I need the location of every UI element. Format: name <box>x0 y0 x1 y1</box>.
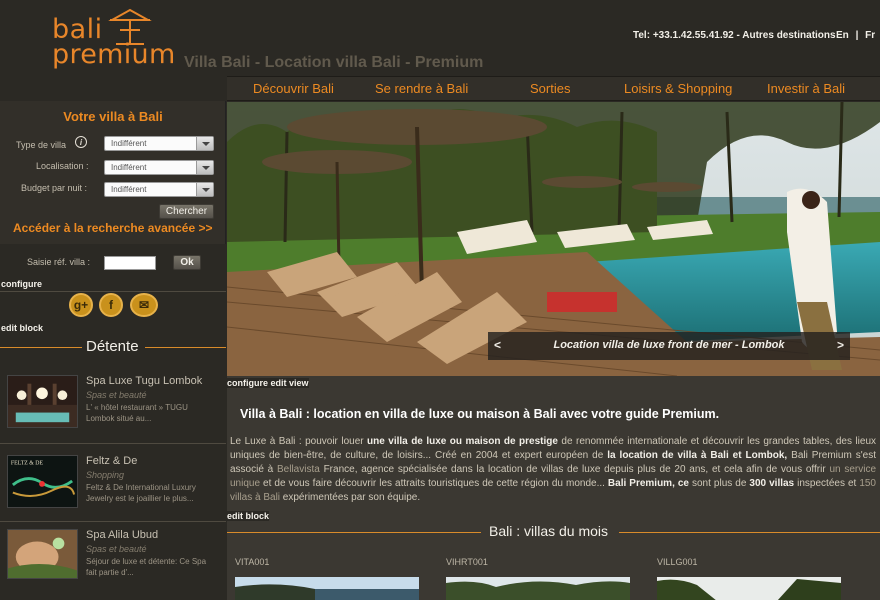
type-label: Type de villa <box>16 140 67 150</box>
intro-bold: une villa de luxe ou maison de prestige <box>367 436 558 447</box>
site-logo[interactable]: bali premium <box>52 6 177 72</box>
villa-thumbnail[interactable] <box>446 577 630 600</box>
budget-select-value: Indifférent <box>111 185 147 194</box>
list-item[interactable]: Spa Alila Ubud Spas et beauté Séjour de … <box>0 529 226 600</box>
carousel-caption-text: Location villa de luxe front de mer - Lo… <box>553 339 785 351</box>
nav-loisirs-shopping[interactable]: Loisirs & Shopping <box>624 81 732 96</box>
villas-of-month-title: Bali : villas du mois <box>489 523 609 539</box>
nav-se-rendre-a-bali[interactable]: Se rendre à Bali <box>375 81 468 96</box>
intro-text: France, agence spécialisée dans la locat… <box>319 464 830 475</box>
lang-fr-link[interactable]: Fr <box>865 30 875 41</box>
villa-thumbnail[interactable] <box>657 577 841 600</box>
info-icon[interactable]: i <box>75 136 87 148</box>
spa-tugu-thumbnail <box>7 375 78 428</box>
carousel-caption: < Location villa de luxe front de mer - … <box>488 332 850 360</box>
location-select-value: Indifférent <box>111 163 147 172</box>
villa-search-box: Votre villa à Bali Type de villa i Indif… <box>0 101 226 244</box>
villa-code[interactable]: VIHRT001 <box>446 557 488 567</box>
spa-name[interactable]: Spa Luxe Tugu Lombok <box>86 375 202 387</box>
main-content: < Location villa de luxe front de mer - … <box>227 102 880 600</box>
villa-thumbnail[interactable] <box>235 577 419 600</box>
location-select[interactable]: Indifférent <box>104 160 214 175</box>
spa-category: Spas et beauté <box>86 390 147 400</box>
intro-bold: 300 villas <box>749 478 795 489</box>
spa-name[interactable]: Spa Alila Ubud <box>86 529 158 541</box>
search-button[interactable]: Chercher <box>159 204 214 219</box>
header: bali premium Villa Bali - Location villa… <box>0 0 880 75</box>
intro-bold: ce <box>677 478 689 489</box>
shop-name[interactable]: Feltz & De <box>86 455 137 467</box>
nav-sorties[interactable]: Sorties <box>530 81 570 96</box>
intro-title: Villa à Bali : location en villa de luxe… <box>240 407 720 421</box>
intro-text: et de vous faire découvrir les attraits … <box>260 478 608 489</box>
location-label: Localisation : <box>36 161 89 171</box>
type-select[interactable]: Indifférent <box>104 136 214 151</box>
chevron-down-icon <box>196 183 213 196</box>
nav-investir-a-bali[interactable]: Investir à Bali <box>767 81 845 96</box>
intro-text: Le Luxe à Bali : pouvoir louer <box>230 436 368 447</box>
hero-carousel[interactable]: < Location villa de luxe front de mer - … <box>227 102 880 376</box>
left-sidebar: Votre villa à Bali Type de villa i Indif… <box>0 101 226 600</box>
budget-label: Budget par nuit : <box>21 183 88 193</box>
shop-description: Feltz & De International Luxury Jewelry … <box>86 483 196 503</box>
main-nav: Découvrir Bali Se rendre à Bali Sorties … <box>227 76 880 101</box>
divider <box>0 521 226 522</box>
lang-separator: | <box>855 30 859 41</box>
shop-category: Shopping <box>86 470 125 480</box>
spa-description: Séjour de luxe et détente: Ce Spa fait p… <box>86 557 207 577</box>
villa-code[interactable]: VITA001 <box>235 557 269 567</box>
ref-input[interactable] <box>104 256 156 270</box>
bellavista-link[interactable]: Bellavista <box>277 464 320 475</box>
carousel-next-button[interactable]: > <box>837 338 844 352</box>
nav-decouvrir-bali[interactable]: Découvrir Bali <box>253 81 334 96</box>
chevron-down-icon <box>196 161 213 174</box>
divider <box>0 347 82 348</box>
detente-title: Détente <box>86 338 139 355</box>
language-switcher: En | Fr <box>834 30 877 41</box>
phone-and-destinations[interactable]: Tel: +33.1.42.55.41.92 - Autres destinat… <box>633 30 836 41</box>
intro-paragraph: Le Luxe à Bali : pouvoir louer une villa… <box>230 435 876 505</box>
intro-bold: Bali Premium, <box>607 478 675 489</box>
lang-en-link[interactable]: En <box>836 30 849 41</box>
chevron-down-icon <box>196 137 213 150</box>
configure-edit-view-link[interactable]: configure edit view <box>227 378 309 388</box>
intro-text: sont plus de <box>688 478 750 489</box>
feltz-jewelry-thumbnail: FELTZ & DE <box>7 455 78 508</box>
intro-bold: la location de villa à Bali et Lombok, <box>607 450 788 461</box>
spa-description: L' « hôtel restaurant » TUGU Lombok situ… <box>86 403 188 423</box>
list-item[interactable]: Spa Luxe Tugu Lombok Spas et beauté L' «… <box>0 375 226 453</box>
divider <box>227 532 481 533</box>
edit-block-link[interactable]: edit block <box>1 323 43 333</box>
edit-block-link[interactable]: edit block <box>227 511 270 521</box>
mail-icon[interactable]: ✉ <box>130 293 158 317</box>
divider <box>619 532 880 533</box>
search-title: Votre villa à Bali <box>63 109 163 124</box>
pavilion-icon <box>108 8 152 45</box>
ref-label: Saisie réf. villa : <box>27 257 91 267</box>
type-select-value: Indifférent <box>111 139 147 148</box>
divider <box>0 291 226 292</box>
advanced-search-link[interactable]: Accéder à la recherche avancée >> <box>13 221 212 235</box>
google-plus-icon[interactable]: g+ <box>69 293 93 317</box>
villa-code[interactable]: VILLG001 <box>657 557 698 567</box>
divider <box>145 347 226 348</box>
configure-link[interactable]: configure <box>1 279 42 289</box>
facebook-icon[interactable]: f <box>99 293 123 317</box>
intro-text: inspectées et <box>794 478 860 489</box>
svg-text:FELTZ & DE: FELTZ & DE <box>11 461 44 467</box>
spa-alila-thumbnail <box>7 529 78 579</box>
budget-select[interactable]: Indifférent <box>104 182 214 197</box>
site-title: Villa Bali - Location villa Bali - Premi… <box>184 54 484 71</box>
ok-button[interactable]: Ok <box>173 255 201 270</box>
divider <box>0 443 226 444</box>
intro-text: expérimentées par son équipe. <box>280 492 421 503</box>
spa-category: Spas et beauté <box>86 544 147 554</box>
